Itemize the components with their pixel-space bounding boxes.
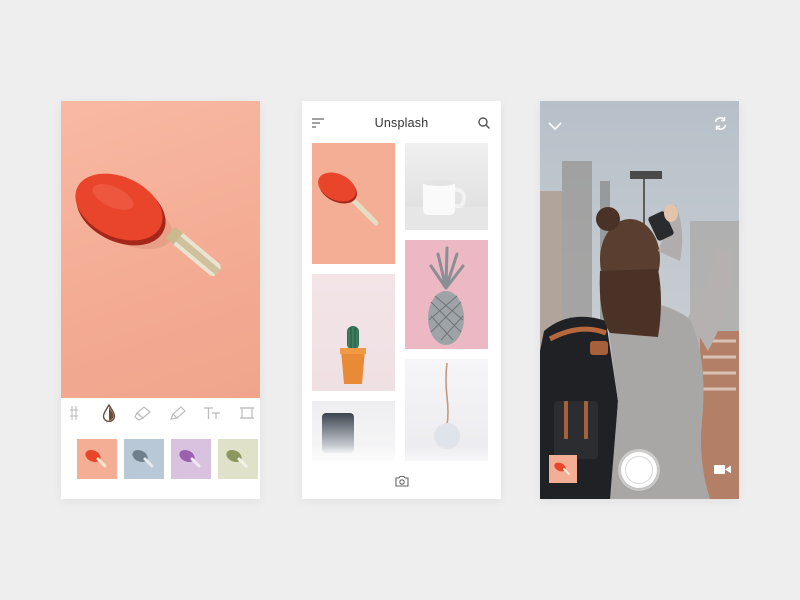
- video-icon[interactable]: [713, 463, 732, 476]
- menu-icon[interactable]: [311, 116, 325, 130]
- camera-screen: [540, 101, 739, 499]
- feed-header: Unsplash: [302, 101, 501, 145]
- editor-screen: [61, 101, 260, 499]
- edited-photo[interactable]: [61, 101, 260, 398]
- photo-tile-pineapple[interactable]: [405, 240, 488, 349]
- paddle-thumb-icon: [554, 462, 571, 476]
- photo-tile-paddle[interactable]: [312, 143, 395, 264]
- frame-icon[interactable]: [236, 402, 258, 424]
- text-icon[interactable]: [201, 402, 223, 424]
- last-photo-thumbnail[interactable]: [549, 455, 577, 483]
- feed-screen: Unsplash: [302, 101, 501, 499]
- blue-filter-thumbnail[interactable]: [124, 439, 164, 479]
- eraser-icon[interactable]: [132, 402, 154, 424]
- color-drop-icon[interactable]: [98, 402, 120, 424]
- chevron-down-icon[interactable]: [548, 119, 562, 133]
- photo-tile-cactus[interactable]: [312, 274, 395, 391]
- camera-viewfinder: [540, 101, 739, 499]
- brush-icon[interactable]: [167, 402, 189, 424]
- pineapple-image: [428, 246, 465, 345]
- switch-camera-icon[interactable]: [713, 116, 728, 131]
- paddle-image: [318, 172, 379, 226]
- green-filter-thumbnail[interactable]: [218, 439, 258, 479]
- mug-image: [405, 180, 488, 230]
- shutter-ring: [625, 456, 653, 484]
- camera-icon[interactable]: [395, 475, 409, 487]
- search-icon[interactable]: [477, 116, 491, 130]
- edit-toolbar: [61, 398, 260, 428]
- photo-tile-mug[interactable]: [405, 143, 488, 230]
- paddle-thumb-icon: [226, 449, 248, 468]
- feed-fade: [302, 446, 501, 471]
- crop-icon[interactable]: [63, 402, 85, 424]
- original-filter-thumbnail[interactable]: [77, 439, 117, 479]
- paddle-thumb-icon: [85, 449, 107, 468]
- page-title: Unsplash: [374, 116, 429, 130]
- ping-pong-paddle-image: [75, 173, 221, 276]
- filter-strip: [77, 439, 260, 479]
- purple-filter-thumbnail[interactable]: [171, 439, 211, 479]
- paddle-thumb-icon: [179, 449, 201, 468]
- paddle-thumb-icon: [132, 449, 154, 468]
- shutter-button[interactable]: [621, 452, 657, 488]
- cactus-image: [340, 326, 366, 384]
